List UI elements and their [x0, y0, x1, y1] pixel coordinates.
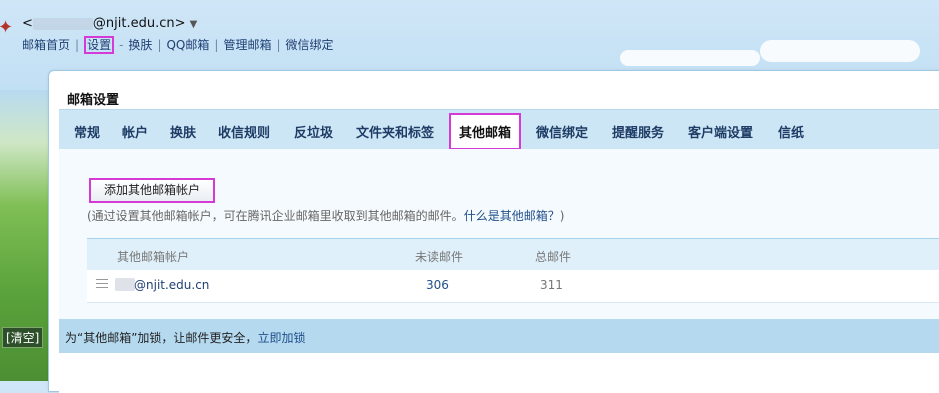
tab-anti-spam[interactable]: 反垃圾 — [294, 122, 333, 141]
nav-separator: | — [276, 38, 281, 52]
settings-tabs: 常规 帐户 换肤 收信规则 反垃圾 文件夹和标签 其他邮箱 微信绑定 提醒服务 … — [59, 109, 939, 150]
nav-manage-mail[interactable]: 管理邮箱 — [223, 38, 271, 52]
description-text: (通过设置其他邮箱帐户，可在腾讯企业邮箱里收取到其他邮箱的邮件。 — [87, 209, 464, 223]
nav-skin[interactable]: 换肤 — [128, 38, 152, 52]
masked-account — [115, 278, 135, 291]
cloud-decoration — [620, 50, 760, 66]
nav-separator: | — [157, 38, 162, 52]
clear-button[interactable]: [清空] — [2, 327, 44, 348]
tab-skin[interactable]: 换肤 — [170, 122, 196, 141]
tab-client-settings[interactable]: 客户端设置 — [688, 122, 753, 141]
page-title: 邮箱设置 — [67, 93, 120, 108]
tab-reminder-service[interactable]: 提醒服务 — [612, 122, 664, 141]
description-end: ) — [559, 209, 565, 223]
nav-mail-home[interactable]: 邮箱首页 — [22, 38, 70, 52]
unread-count[interactable]: 306 — [426, 278, 449, 292]
header-total: 总邮件 — [535, 250, 572, 264]
user-account[interactable]: < @njit.edu.cn> ▼ — [22, 16, 197, 31]
lock-banner-text: 为“其他邮箱”加锁，让邮件更安全，立即加锁 — [65, 329, 305, 346]
nav-qq-mail[interactable]: QQ邮箱 — [166, 38, 209, 52]
tab-account[interactable]: 帐户 — [122, 122, 148, 141]
mailbox-table: 其他邮箱帐户 未读邮件 总邮件 @njit.edu.cn 306 311 — [87, 238, 939, 303]
tab-wechat-bind[interactable]: 微信绑定 — [536, 122, 588, 141]
nav-settings[interactable]: 设置 — [84, 36, 115, 54]
user-email: @njit.edu.cn> — [92, 16, 186, 31]
header-account: 其他邮箱帐户 — [117, 250, 190, 264]
tab-stationery[interactable]: 信纸 — [778, 122, 804, 141]
table-row[interactable]: @njit.edu.cn 306 311 — [87, 270, 939, 303]
masked-username — [32, 17, 93, 30]
tab-general[interactable]: 常规 — [74, 122, 100, 141]
nav-wechat-bind[interactable]: 微信绑定 — [286, 38, 334, 52]
chevron-down-icon[interactable]: ▼ — [190, 19, 198, 30]
user-prefix: < — [22, 16, 33, 31]
tab-folders-labels[interactable]: 文件夹和标签 — [356, 122, 434, 141]
total-count: 311 — [540, 278, 563, 292]
settings-panel: 邮箱设置 常规 帐户 换肤 收信规则 反垃圾 文件夹和标签 其他邮箱 微信绑定 … — [48, 70, 939, 393]
lock-banner: 为“其他邮箱”加锁，让邮件更安全，立即加锁 — [59, 319, 939, 353]
lock-message: 为“其他邮箱”加锁，让邮件更安全， — [65, 331, 258, 345]
header-unread: 未读邮件 — [415, 250, 464, 264]
cloud-decoration — [760, 40, 920, 62]
drag-handle-icon[interactable] — [96, 279, 108, 289]
nav-separator: | — [214, 38, 219, 52]
tab-mail-rules[interactable]: 收信规则 — [218, 122, 270, 141]
description: (通过设置其他邮箱帐户，可在腾讯企业邮箱里收取到其他邮箱的邮件。什么是其他邮箱？… — [87, 207, 564, 224]
add-other-mailbox-button[interactable]: 添加其他邮箱帐户 — [89, 178, 215, 203]
nav-separator: - — [119, 38, 124, 52]
what-is-other-mailbox-link[interactable]: 什么是其他邮箱？ — [464, 209, 560, 223]
logo-icon: ✦ — [0, 17, 14, 38]
table-header: 其他邮箱帐户 未读邮件 总邮件 — [87, 239, 939, 270]
lock-now-link[interactable]: 立即加锁 — [257, 331, 305, 345]
panel-footer — [59, 353, 939, 393]
nav-separator: | — [75, 38, 80, 52]
tab-other-mailbox[interactable]: 其他邮箱 — [449, 113, 522, 150]
top-navigation: 邮箱首页 | 设置 - 换肤 | QQ邮箱 | 管理邮箱 | 微信绑定 — [22, 36, 334, 54]
other-mailbox-content: 添加其他邮箱帐户 (通过设置其他邮箱帐户，可在腾讯企业邮箱里收取到其他邮箱的邮件… — [59, 149, 939, 319]
account-email[interactable]: @njit.edu.cn — [134, 278, 209, 292]
